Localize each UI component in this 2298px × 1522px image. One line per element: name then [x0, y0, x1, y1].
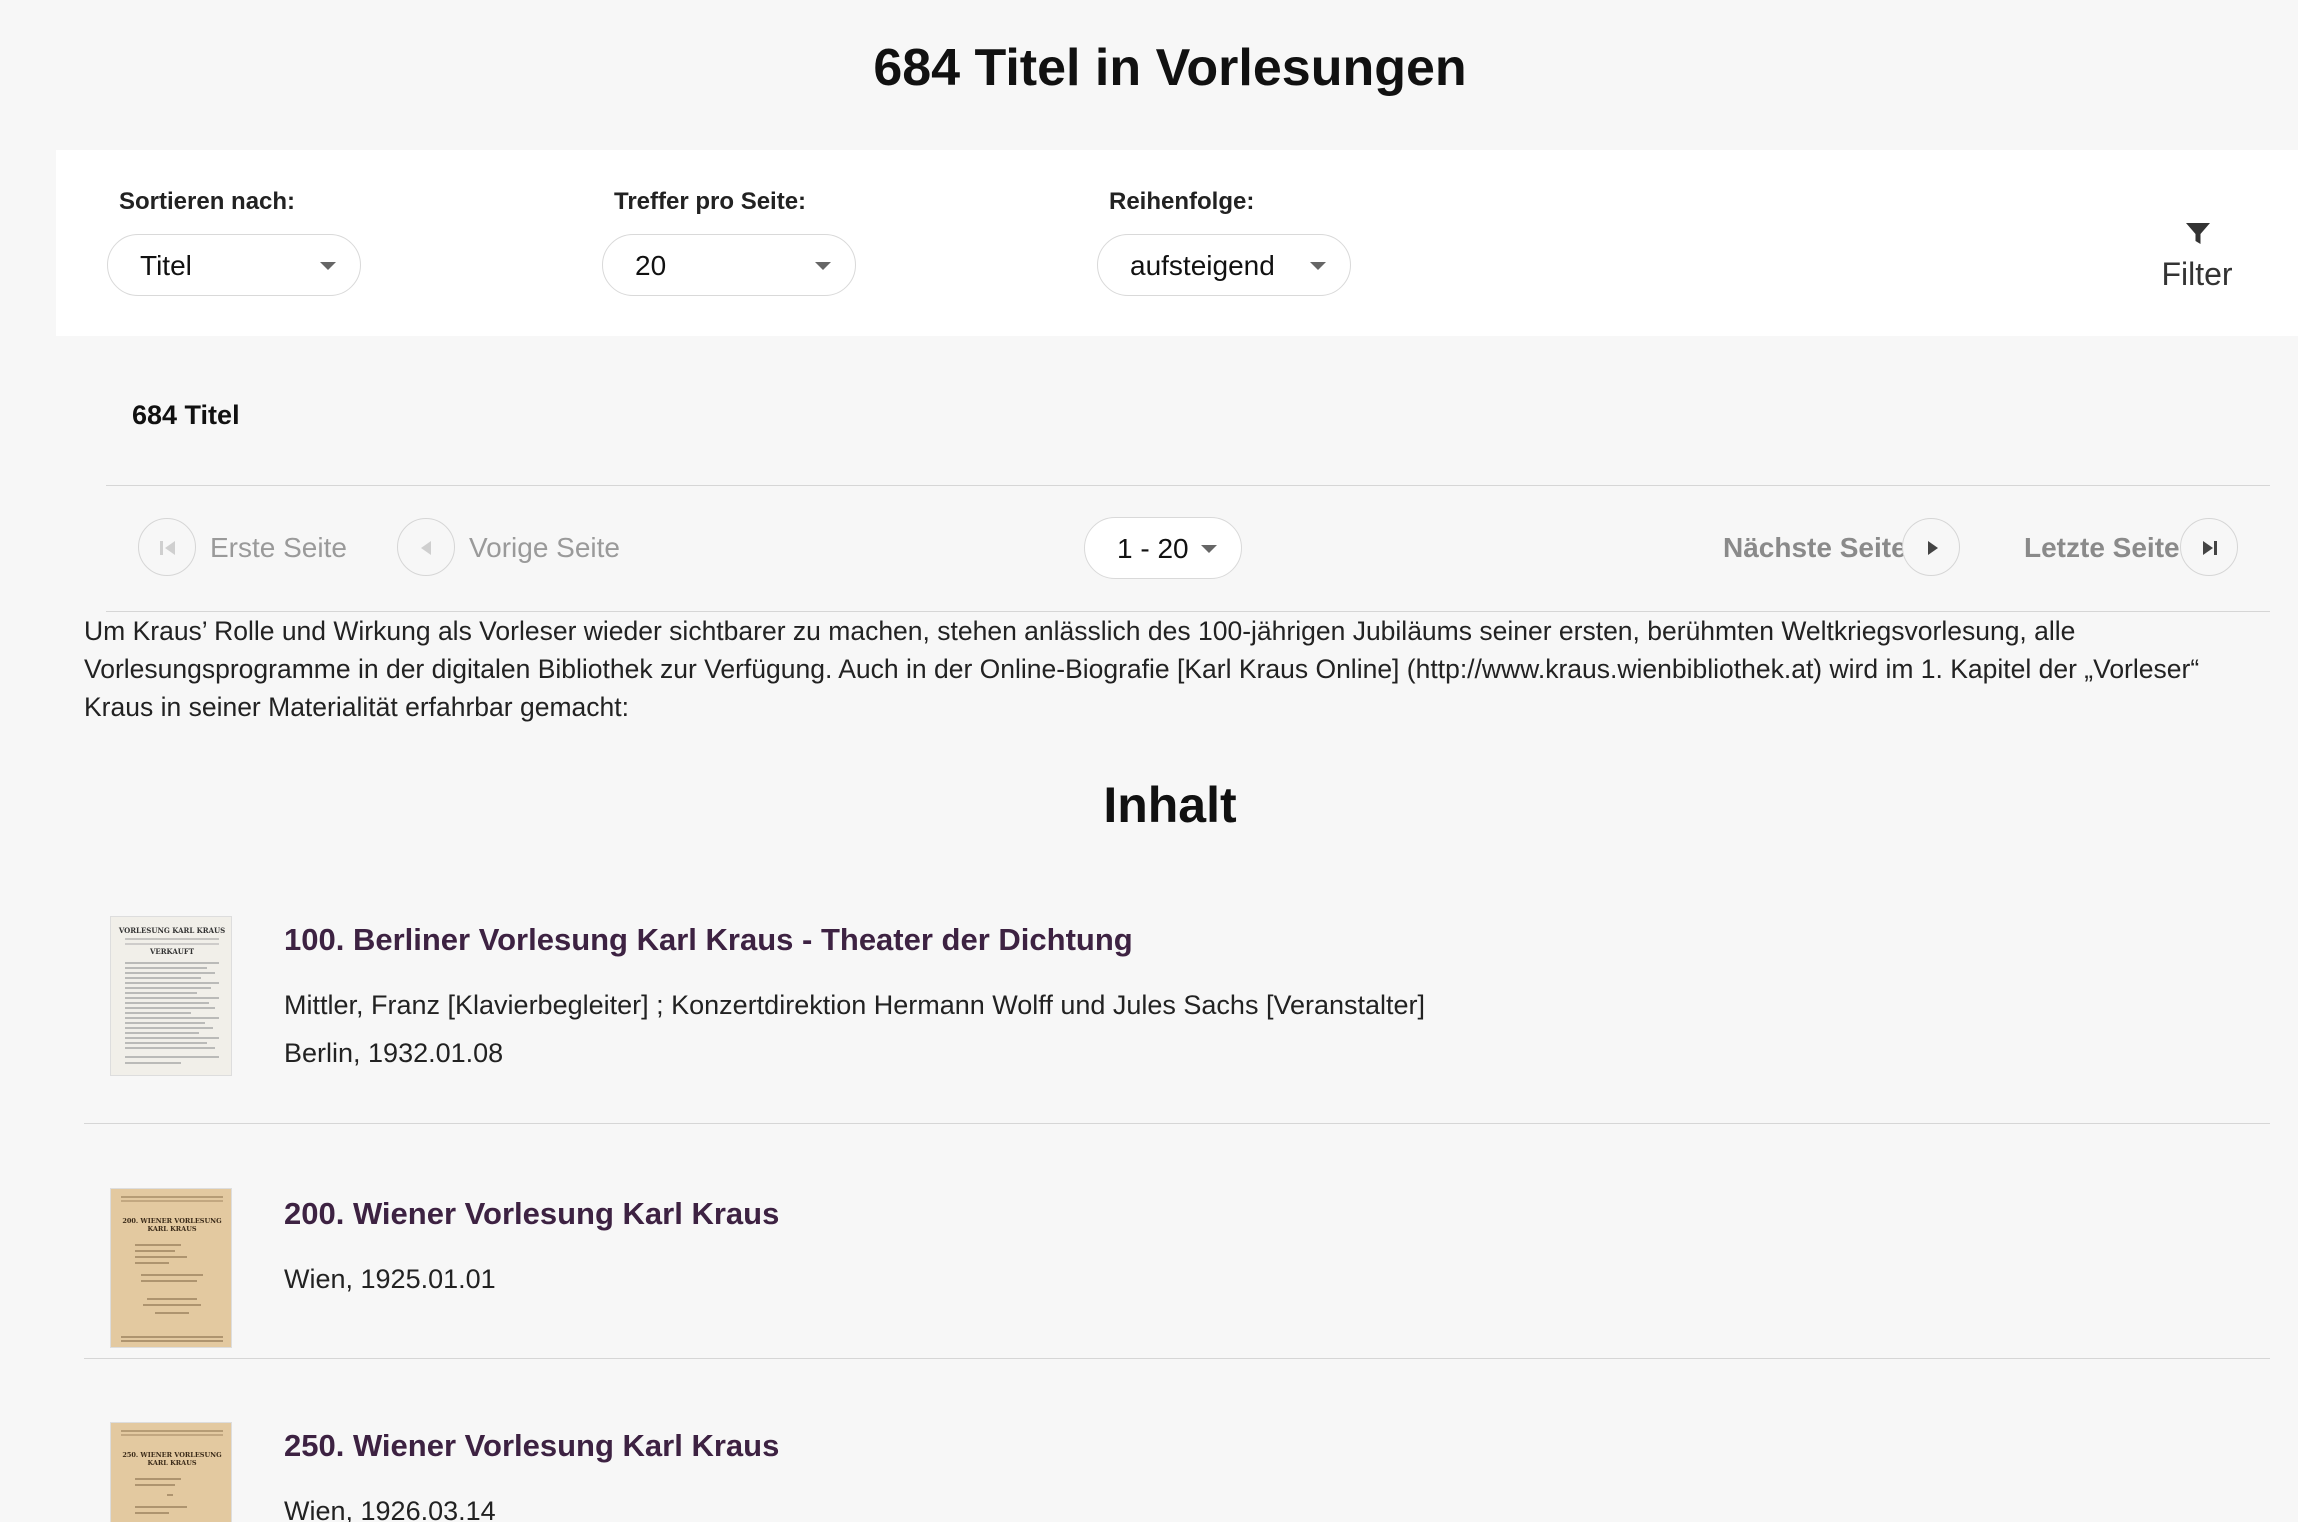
sort-select[interactable]: Titel [107, 234, 361, 296]
filter-button[interactable]: Filter [2132, 220, 2262, 300]
divider [106, 485, 2270, 486]
thumbnail-heading: 200. WIENER VORLESUNG [122, 1217, 222, 1225]
previous-page-button[interactable]: Vorige Seite [397, 518, 627, 578]
order-label: Reihenfolge: [1109, 188, 1255, 215]
results-toolbar: Sortieren nach: Titel Treffer pro Seite:… [56, 150, 2298, 336]
previous-page-label: Vorige Seite [469, 532, 620, 563]
per-page-value: 20 [635, 250, 667, 281]
thumbnail-heading: 250. WIENER VORLESUNG [122, 1451, 222, 1459]
chevron-down-icon [1201, 545, 1217, 553]
thumbnail-image: VORLESUNG KARL KRAUS VERKAUFT [111, 917, 231, 1075]
last-page-label: Letzte Seite [2024, 532, 2180, 563]
section-title: Inhalt [1103, 777, 1237, 833]
entry-title-link[interactable]: 250. Wiener Vorlesung Karl Kraus [284, 1428, 779, 1464]
chevron-down-icon [815, 262, 831, 270]
thumbnail-image: 200. WIENER VORLESUNG KARL KRAUS [111, 1189, 231, 1347]
chevron-down-icon [1310, 262, 1326, 270]
entry-place-date: Wien, 1925.01.01 [284, 1264, 496, 1294]
divider [84, 1123, 2270, 1124]
order-value: aufsteigend [1130, 250, 1275, 281]
thumbnail[interactable]: 200. WIENER VORLESUNG KARL KRAUS [110, 1188, 232, 1348]
thumbnail-heading: VORLESUNG KARL KRAUS [118, 926, 225, 935]
thumbnail-subheading: VERKAUFT [149, 947, 195, 956]
per-page-label: Treffer pro Seite: [614, 188, 807, 215]
divider [84, 1358, 2270, 1359]
per-page-select[interactable]: 20 [602, 234, 856, 296]
entry-place-date: Berlin, 1932.01.08 [284, 1038, 504, 1068]
entry-contributors: Mittler, Franz [Klavierbegleiter] ; Konz… [284, 990, 1426, 1020]
page-range-select[interactable]: 1 - 20 [1084, 517, 1242, 579]
next-page-label: Nächste Seite [1723, 532, 1907, 563]
entry-place-date: Wien, 1926.03.14 [284, 1496, 496, 1522]
first-page-button[interactable]: Erste Seite [138, 518, 358, 578]
entry-title-link[interactable]: 100. Berliner Vorlesung Karl Kraus - The… [284, 922, 1133, 958]
page-range-value: 1 - 20 [1117, 533, 1189, 564]
first-page-icon [138, 518, 196, 576]
list-item: 200. WIENER VORLESUNG KARL KRAUS 200. Wi… [84, 1188, 2270, 1358]
next-page-button[interactable]: Nächste Seite [1722, 518, 1962, 578]
chevron-down-icon [320, 262, 336, 270]
page-title: 684 Titel in Vorlesungen [873, 39, 1467, 97]
thumbnail-image: 250. WIENER VORLESUNG KARL KRAUS [111, 1423, 231, 1522]
filter-icon [2186, 223, 2210, 244]
thumbnail-subheading: KARL KRAUS [147, 1225, 196, 1233]
first-page-label: Erste Seite [210, 532, 347, 563]
list-item: 250. WIENER VORLESUNG KARL KRAUS 250. Wi… [84, 1422, 2270, 1522]
entry-title-link[interactable]: 200. Wiener Vorlesung Karl Kraus [284, 1196, 779, 1232]
order-select[interactable]: aufsteigend [1097, 234, 1351, 296]
last-page-button[interactable]: Letzte Seite [2024, 518, 2244, 578]
intro-text: Um Kraus’ Rolle und Wirkung als Vorleser… [84, 616, 2200, 722]
sort-label: Sortieren nach: [119, 188, 296, 215]
sort-value: Titel [140, 250, 192, 281]
next-page-icon [1902, 518, 1960, 576]
list-item: VORLESUNG KARL KRAUS VERKAUFT 100. Berli… [84, 914, 2270, 1124]
result-count: 684 Titel [132, 400, 240, 430]
filter-label: Filter [2161, 256, 2233, 292]
previous-page-icon [397, 518, 455, 576]
thumbnail-subheading: KARL KRAUS [147, 1459, 196, 1467]
thumbnail[interactable]: 250. WIENER VORLESUNG KARL KRAUS [110, 1422, 232, 1522]
thumbnail[interactable]: VORLESUNG KARL KRAUS VERKAUFT [110, 916, 232, 1076]
last-page-icon [2180, 518, 2238, 576]
